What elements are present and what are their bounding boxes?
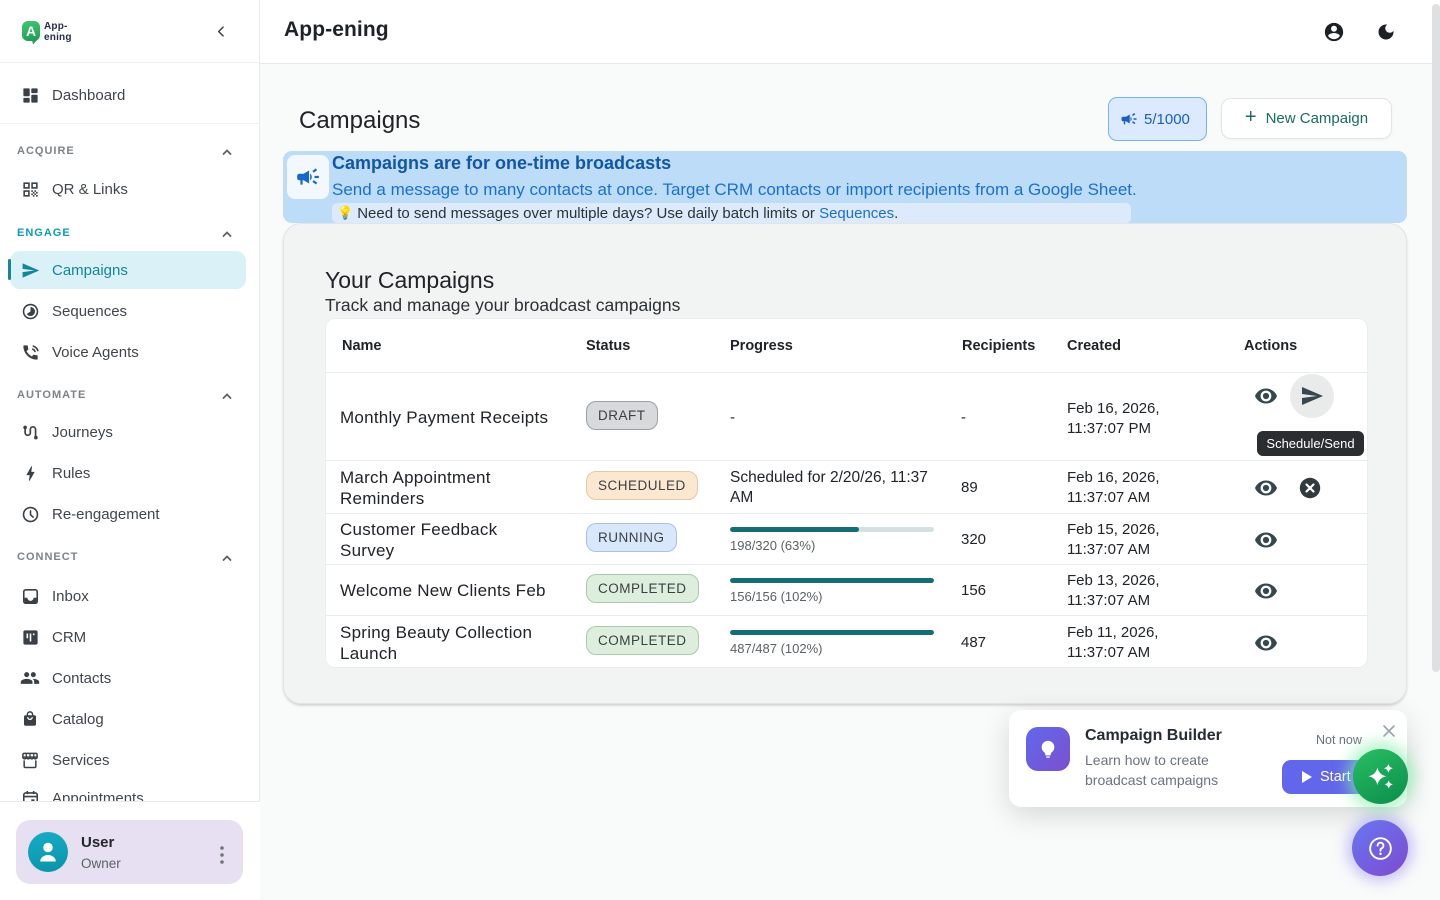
- svg-text:A: A: [26, 23, 36, 39]
